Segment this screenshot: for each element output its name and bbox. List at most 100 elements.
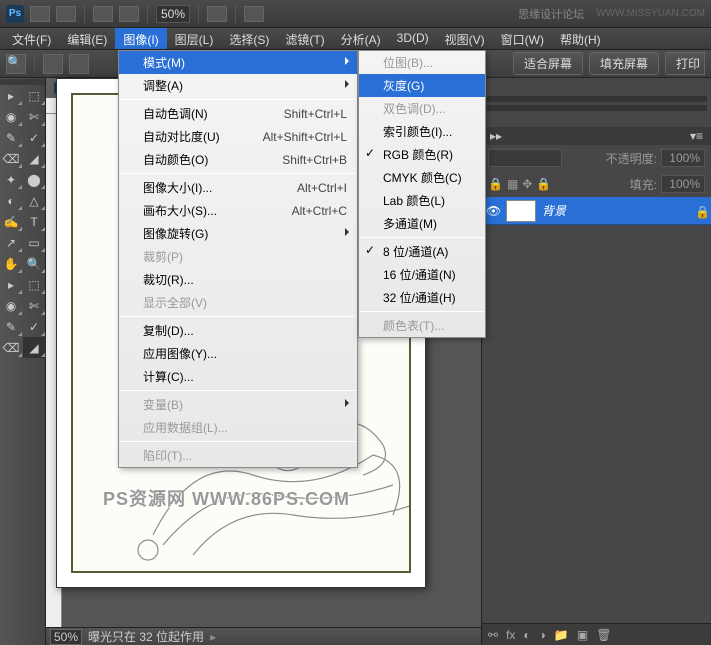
delete-icon[interactable]: 🗑 — [596, 628, 611, 642]
fit-screen-button[interactable]: 适合屏幕 — [513, 52, 583, 75]
mask-icon[interactable]: ◐ — [523, 628, 530, 642]
tool-22[interactable]: ✎ — [0, 316, 23, 337]
menu-item-变量B: 变量(B) — [119, 393, 357, 416]
tool-2[interactable]: ◉ — [0, 106, 23, 127]
menu-item-复制D[interactable]: 复制(D)... — [119, 319, 357, 342]
minibridge-icon[interactable] — [56, 6, 76, 22]
menu-item-画布大小S[interactable]: 画布大小(S)...Alt+Ctrl+C — [119, 199, 357, 222]
lock-position-icon[interactable]: ✥ — [522, 177, 532, 191]
group-icon[interactable]: 📁 — [554, 628, 569, 642]
opacity-input[interactable]: 100% — [661, 149, 705, 167]
menu-item-索引颜色I[interactable]: 索引颜色(I)... — [359, 120, 485, 143]
tool-3[interactable]: ✄ — [23, 106, 46, 127]
fill-screen-button[interactable]: 填充屏幕 — [589, 52, 659, 75]
tool-25[interactable]: ◢ — [23, 337, 46, 358]
tool-17[interactable]: 🔍 — [23, 253, 46, 274]
menu-item-RGB-颜色R[interactable]: RGB 颜色(R)✓ — [359, 143, 485, 166]
bridge-icon[interactable] — [30, 6, 50, 22]
tool-18[interactable]: ▸ — [0, 274, 23, 295]
tool-5[interactable]: ✓ — [23, 127, 46, 148]
zoom-level[interactable]: 50% — [156, 5, 190, 23]
menu-item-多通道M[interactable]: 多通道(M) — [359, 212, 485, 235]
status-zoom[interactable]: 50% — [50, 629, 82, 645]
tool-1[interactable]: ⬚ — [23, 85, 46, 106]
zoom-out-icon[interactable] — [69, 54, 89, 74]
tool-0[interactable]: ▸ — [0, 85, 23, 106]
tool-9[interactable]: ⬤ — [23, 169, 46, 190]
menu-分析a[interactable]: 分析(A) — [333, 28, 389, 49]
menu-文件f[interactable]: 文件(F) — [4, 28, 59, 49]
layer-thumbnail[interactable] — [506, 200, 536, 222]
menu-item-CMYK-颜色C[interactable]: CMYK 颜色(C) — [359, 166, 485, 189]
tool-12[interactable]: ✍ — [0, 211, 23, 232]
tool-13[interactable]: T — [23, 211, 46, 232]
zoom-in-icon[interactable] — [43, 54, 63, 74]
tool-11[interactable]: △ — [23, 190, 46, 211]
menu-item-调整A[interactable]: 调整(A) — [119, 74, 357, 97]
menu-item-8-位/通道A[interactable]: 8 位/通道(A)✓ — [359, 240, 485, 263]
menu-图像i[interactable]: 图像(I) — [115, 28, 166, 49]
menu-编辑e[interactable]: 编辑(E) — [59, 28, 115, 49]
screen-mode-icon[interactable] — [93, 6, 113, 22]
extras-icon[interactable] — [119, 6, 139, 22]
tool-21[interactable]: ✄ — [23, 295, 46, 316]
lock-icon[interactable]: 🔒 — [488, 177, 503, 191]
menu-滤镜t[interactable]: 滤镜(T) — [277, 28, 332, 49]
link-layers-icon[interactable]: ⚯ — [488, 628, 498, 642]
tool-20[interactable]: ◉ — [0, 295, 23, 316]
separator — [147, 5, 148, 23]
menu-3dd[interactable]: 3D(D) — [389, 28, 437, 49]
lock-pixels-icon[interactable]: ▦ — [507, 177, 518, 191]
layer-name[interactable]: 背景 — [542, 202, 566, 219]
menu-窗口w[interactable]: 窗口(W) — [493, 28, 552, 49]
menu-视图v[interactable]: 视图(V) — [437, 28, 493, 49]
tool-23[interactable]: ✓ — [23, 316, 46, 337]
tool-19[interactable]: ⬚ — [23, 274, 46, 295]
print-size-button[interactable]: 打印 — [665, 52, 705, 75]
tool-14[interactable]: ↗ — [0, 232, 23, 253]
fill-input[interactable]: 100% — [661, 175, 705, 193]
menu-item-自动对比度U[interactable]: 自动对比度(U)Alt+Shift+Ctrl+L — [119, 125, 357, 148]
menu-item-32-位/通道H[interactable]: 32 位/通道(H) — [359, 286, 485, 309]
fx-icon[interactable]: fx — [506, 628, 515, 642]
menu-separator — [120, 316, 356, 317]
tool-10[interactable]: ◐ — [0, 190, 23, 211]
menu-帮助h[interactable]: 帮助(H) — [552, 28, 609, 49]
layer-row[interactable]: 👁 背景 🔒 — [482, 197, 711, 225]
menu-item-裁剪P: 裁剪(P) — [119, 245, 357, 268]
lock-all-icon[interactable]: 🔒 — [536, 177, 551, 191]
blend-mode-combo[interactable] — [488, 149, 562, 167]
menu-shortcut: Shift+Ctrl+B — [282, 153, 347, 167]
tool-6[interactable]: ⌫ — [0, 148, 23, 169]
menu-item-应用图像Y[interactable]: 应用图像(Y)... — [119, 342, 357, 365]
menu-item-label: 自动颜色(O) — [143, 151, 208, 168]
menu-item-label: 复制(D)... — [143, 322, 194, 339]
menu-item-Lab-颜色L[interactable]: Lab 颜色(L) — [359, 189, 485, 212]
new-layer-icon[interactable]: ▣ — [577, 628, 588, 642]
tool-8[interactable]: ✦ — [0, 169, 23, 190]
panel-tab[interactable]: ▸▸ — [482, 127, 510, 145]
menu-item-label: 32 位/通道(H) — [383, 289, 456, 306]
workspace-icon[interactable] — [244, 6, 264, 22]
menu-图层l[interactable]: 图层(L) — [167, 28, 222, 49]
menu-item-裁切R[interactable]: 裁切(R)... — [119, 268, 357, 291]
menu-item-16-位/通道N[interactable]: 16 位/通道(N) — [359, 263, 485, 286]
menu-item-灰度G[interactable]: 灰度(G) — [359, 74, 485, 97]
menu-item-图像旋转G[interactable]: 图像旋转(G) — [119, 222, 357, 245]
arrange-icon[interactable] — [207, 6, 227, 22]
tool-16[interactable]: ✋ — [0, 253, 23, 274]
menu-item-图像大小I[interactable]: 图像大小(I)...Alt+Ctrl+I — [119, 176, 357, 199]
menu-item-自动颜色O[interactable]: 自动颜色(O) Shift+Ctrl+B — [119, 148, 357, 171]
menu-选择s[interactable]: 选择(S) — [221, 28, 277, 49]
panel-collapse-grip[interactable] — [487, 96, 707, 102]
menu-item-计算C[interactable]: 计算(C)... — [119, 365, 357, 388]
visibility-icon[interactable]: 👁 — [486, 204, 500, 218]
panel-menu-icon[interactable]: ▾≡ — [682, 127, 711, 145]
tool-24[interactable]: ⌫ — [0, 337, 23, 358]
tool-15[interactable]: ▭ — [23, 232, 46, 253]
tool-7[interactable]: ◢ — [23, 148, 46, 169]
menu-item-自动色调N[interactable]: 自动色调(N)Shift+Ctrl+L — [119, 102, 357, 125]
menu-item-模式M[interactable]: 模式(M) — [119, 51, 357, 74]
tool-4[interactable]: ✎ — [0, 127, 23, 148]
adjustment-icon[interactable]: ◑ — [539, 628, 546, 642]
